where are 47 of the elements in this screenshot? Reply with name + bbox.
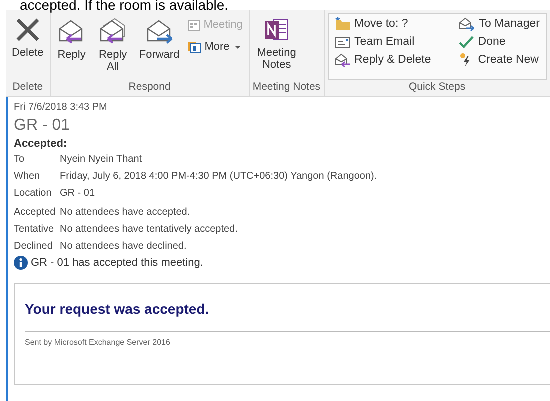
envelope-reply-icon (334, 53, 351, 67)
envelope-forward-icon (459, 17, 476, 31)
group-label: Delete (12, 80, 44, 95)
delete-button[interactable]: Delete (9, 12, 47, 61)
reply-all-button[interactable]: Reply All (92, 12, 134, 75)
field-label: When (14, 171, 42, 182)
delete-x-icon (14, 17, 41, 43)
field-value: Friday, July 6, 2018 4:00 PM-4:30 PM (UTC+06:30) Yangon (Rangoon). (60, 171, 378, 182)
body-footer: Sent by Microsoft Exchange Server 2016 (25, 338, 550, 347)
folder-icon (334, 17, 351, 31)
body-heading: Your request was accepted. (25, 301, 210, 317)
quick-step-item[interactable]: Reply & Delete (332, 51, 434, 69)
checkmark-icon (459, 36, 474, 48)
reply-button[interactable]: Reply (54, 12, 90, 63)
window-stack-icon (188, 40, 202, 54)
more-button[interactable]: More (184, 37, 246, 57)
field-label: Declined (14, 241, 54, 252)
quick-step-item[interactable]: Move to: ? (332, 15, 434, 33)
meeting-notes-button[interactable]: Meeting Notes (252, 12, 301, 73)
envelope-card-icon (334, 36, 351, 48)
caption-text: accepted. If the room is available. (19, 0, 230, 12)
sent-date: Fri 7/6/2018 3:43 PM (14, 102, 108, 113)
field-value: GR - 01 (60, 188, 96, 199)
group-label: Meeting Notes (252, 80, 321, 95)
group-label: Respond (128, 80, 172, 95)
field-label: Tentative (14, 224, 56, 235)
message-subject: GR - 01 (14, 117, 72, 135)
quick-step-item[interactable]: Done (457, 33, 542, 51)
forward-button[interactable]: Forward (136, 12, 183, 63)
caret-icon (234, 46, 241, 48)
response-status: Accepted: (14, 138, 68, 150)
field-value: No attendees have declined. (60, 241, 188, 252)
info-message: GR - 01 has accepted this meeting. (31, 257, 204, 269)
notebook-icon (264, 17, 290, 43)
field-label: To (14, 154, 26, 165)
quick-step-item[interactable]: Team Email (332, 33, 434, 51)
field-value: No attendees have accepted. (60, 207, 192, 218)
field-label: Accepted (14, 207, 57, 218)
envelopes-reply-all-icon (98, 17, 128, 45)
field-label: Location (14, 188, 53, 199)
field-value: No attendees have tentatively accepted. (60, 224, 239, 235)
calendar-icon (188, 19, 201, 31)
group-label: Quick Steps (408, 80, 467, 95)
info-icon (14, 256, 28, 270)
quick-step-item[interactable]: To Manager (457, 15, 542, 33)
field-value: Nyein Nyein Thant (60, 154, 144, 165)
quick-step-item[interactable]: Create New (457, 51, 542, 69)
